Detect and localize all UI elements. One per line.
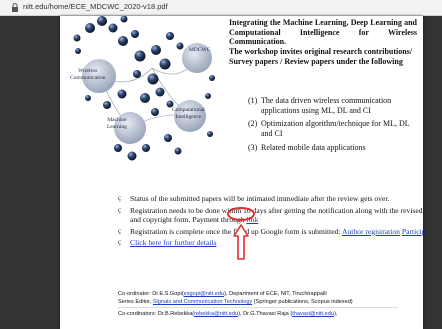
coordinator-text: Co-ordinator: Dr.E.S.Gopi( [118,291,184,297]
topic-text: Optimization algorithm/technique for ML,… [261,119,410,129]
list-item: ç Status of the submitted papers will be… [118,194,418,204]
lock-icon[interactable] [11,3,19,12]
topic-number: (3) [248,142,258,152]
list-item: ç Registration is complete once the fill… [118,226,423,237]
list-item: ç Registration needs to be done within 1… [118,205,423,225]
email-gopi-link[interactable]: esgopi@nitt.edu [184,291,225,297]
machine-learning-label: Machine Learning [107,117,127,130]
topic-number: (1) [248,96,258,105]
further-details-link[interactable]: Click here for further details [130,238,418,248]
series-link[interactable]: Signals and Communication Technology [153,299,252,305]
coordinator-text: (Springer publications, Scopus indexed) [252,299,353,305]
status-text: Status of the submitted papers will be i… [130,194,390,203]
bullet-check-icon: ç [118,226,122,235]
red-circle-annotation [227,207,255,221]
participants-link[interactable]: Participants [402,227,423,236]
intro-line: Computational Intelligence for Wireless [229,27,417,37]
red-arrow-annotation [233,224,249,260]
topic-item: (2) Optimization algorithm/technique for… [248,119,420,138]
co-coordinator-text: Co-cordinators: Dr.B.Rebekka( [118,311,195,317]
network-diagram [73,16,215,161]
pdf-viewer: Wireless Communication MDCWC Machine Lea… [0,16,442,329]
topic-item: (1) The data driven wireless communicati… [248,96,420,115]
topic-item: (3) Related mobile data applications [248,143,420,153]
url-text[interactable]: nitt.edu/home/ECE_MDCWC_2020-v18.pdf [23,2,168,11]
workshop-intro-text: Integrating the Machine Learning, Deep L… [229,18,417,67]
intro-line: The workshop invites original research c… [229,47,413,57]
topic-list: (1) The data driven wireless communicati… [248,96,420,157]
topic-text: Related mobile data applications [261,142,366,152]
email-rebekka-link[interactable]: rebekka@nitt.edu [194,311,238,317]
intro-line: Communication. [229,37,287,47]
bullet-check-icon: ç [118,194,122,202]
co-coordinator-text: ), [333,311,338,317]
bullet-check-icon: ç [118,238,122,247]
workshop-logo-graphic: Wireless Communication MDCWC Machine Lea… [60,16,230,181]
info-bullet-list: ç Status of the submitted papers will be… [118,194,423,250]
coordinator-text: Series Editor, [118,299,153,305]
registration-deadline-text: Registration needs to be done within 10 … [130,205,423,215]
coordinator-text: ), Department of ECE, NIT, Tiruchirappal… [224,291,327,297]
co-coordinator-text: ), Dr.G.Thavasi Raja ( [238,311,293,317]
topic-text: The data driven wireless communication [261,96,392,105]
address-bar[interactable]: nitt.edu/home/ECE_MDCWC_2020-v18.pdf [0,0,442,16]
topic-text: applications using ML, DL and CI [261,105,371,115]
mdcwc-label: MDCWC [189,47,211,53]
email-thavasi-link[interactable]: thavasi@nitt.edu [292,311,334,317]
topic-text: and CI [261,129,283,139]
pdf-page: Wireless Communication MDCWC Machine Lea… [60,16,423,329]
intro-line: Integrating the Machine Learning, Deep L… [229,18,417,27]
author-registration-link[interactable]: Author registration [342,227,400,236]
list-item: ç Click here for further details [118,238,418,248]
computational-intelligence-label: Computational Intelligence [172,107,205,120]
divider [118,307,398,308]
intro-line: Survey papers / Review papers under the … [229,56,403,66]
coordinator-block: Co-ordinator: Dr.E.S.Gopi(esgopi@nitt.ed… [118,290,418,306]
co-coordinator-block: Co-cordinators: Dr.B.Rebekka(rebekka@nit… [118,310,418,318]
topic-number: (2) [248,119,258,129]
bullet-check-icon: ç [118,205,122,214]
wireless-communication-label: Wireless Communication [70,68,106,81]
